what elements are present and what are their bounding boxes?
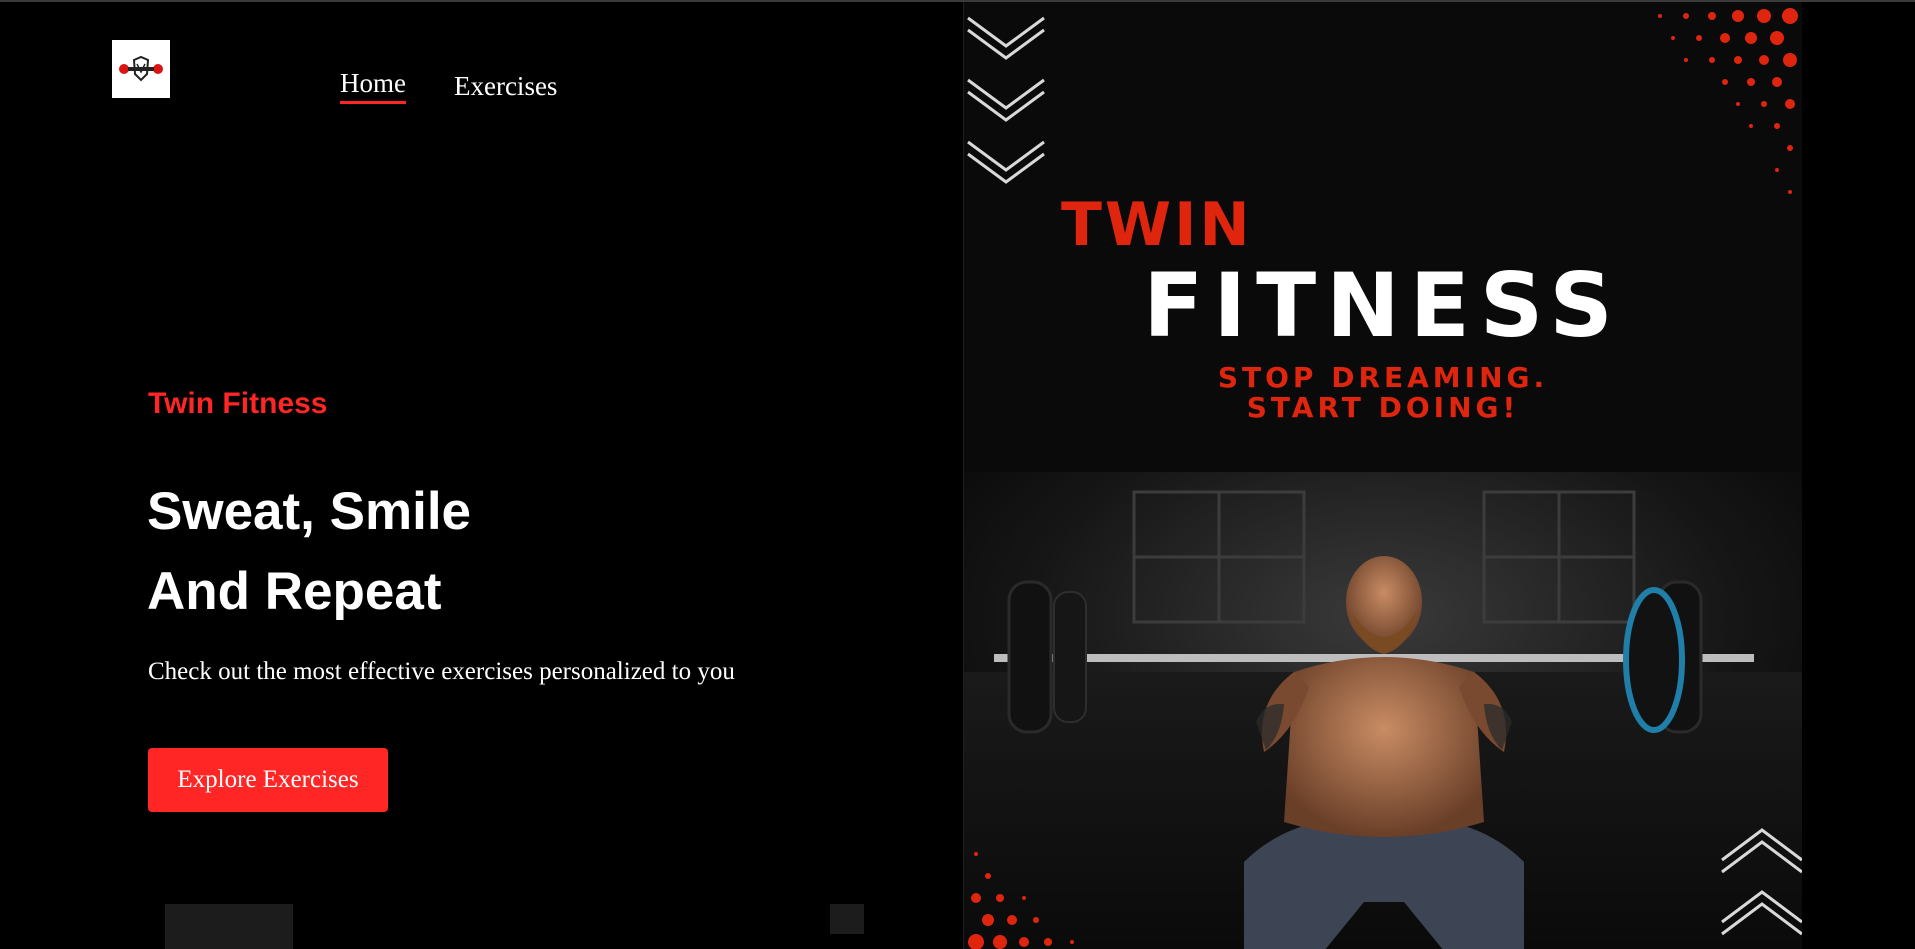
watermark-shape (830, 904, 864, 934)
halftone-pattern (1658, 8, 1798, 194)
nav-home-link[interactable]: Home (340, 68, 406, 104)
banner-title-twin: TWIN (1061, 190, 1253, 260)
hero-banner-image: TWIN FITNESS STOP DREAMING. START DOING! (963, 2, 1802, 949)
nav-exercises-link[interactable]: Exercises (454, 71, 557, 104)
logo-icon (119, 55, 163, 82)
hero-brand: Twin Fitness (148, 387, 328, 420)
headline-line-1: Sweat, Smile (147, 482, 472, 541)
landing-page: Home Exercises Twin Fitness Sweat, Smile… (0, 0, 1915, 949)
hero-headline: Sweat, Smile And Repeat (147, 472, 471, 632)
banner-tagline-2: START DOING! (1246, 391, 1520, 424)
chevron-down-icon (967, 16, 1045, 184)
banner-tagline-1: STOP DREAMING. (1217, 361, 1549, 394)
banner-title-fitness: FITNESS (1143, 254, 1623, 357)
watermark-shape (165, 904, 293, 949)
hero-subtitle: Check out the most effective exercises p… (148, 658, 735, 685)
explore-exercises-button[interactable]: Explore Exercises (148, 748, 388, 812)
main-nav: Home Exercises (340, 68, 557, 104)
logo[interactable] (112, 40, 170, 98)
weightlifter-photo (964, 472, 1802, 949)
headline-line-2: And Repeat (147, 562, 442, 621)
